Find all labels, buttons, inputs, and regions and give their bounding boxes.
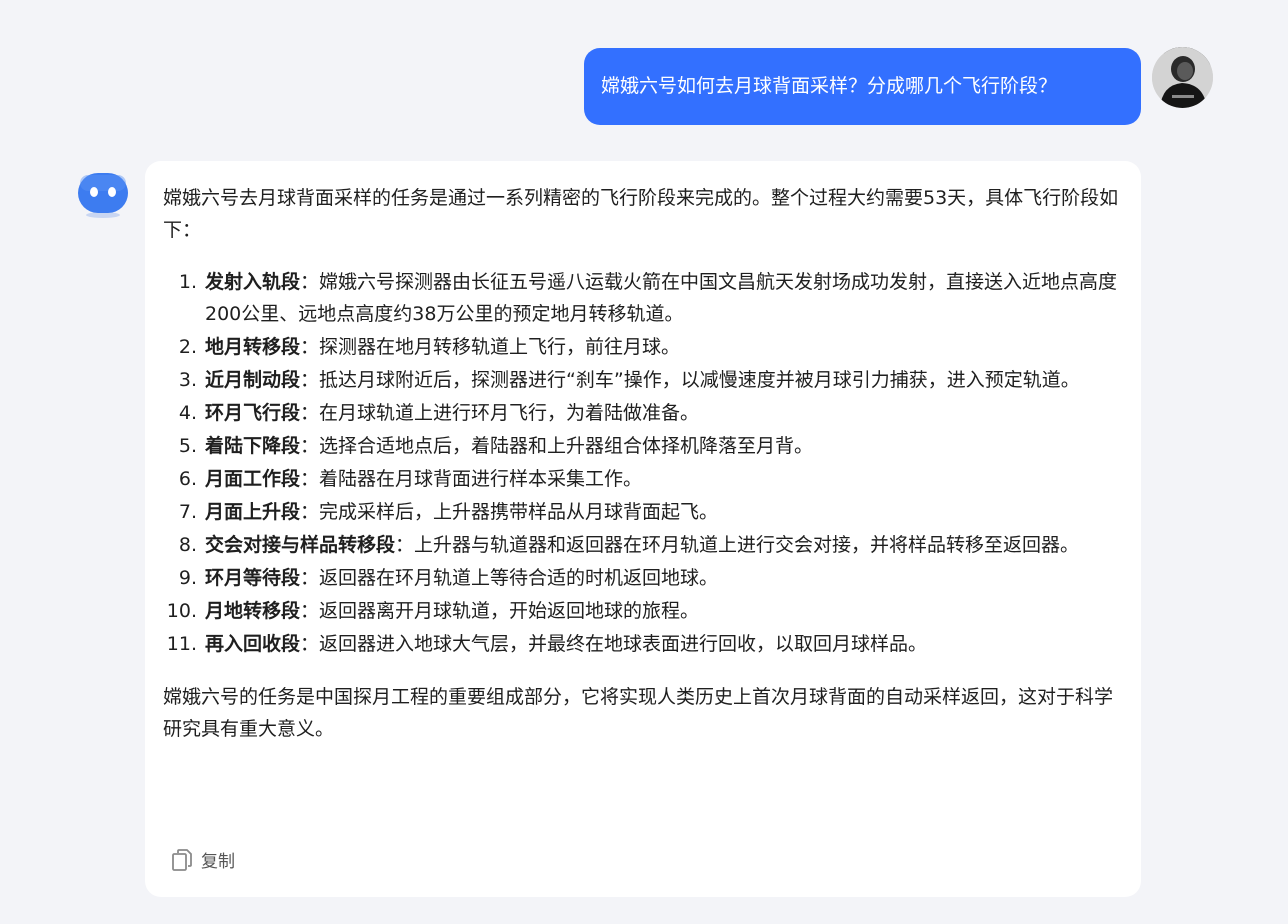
- robot-face-icon: [78, 173, 128, 218]
- list-item-title: 月面上升段: [205, 501, 301, 523]
- list-item-number: 1.: [178, 271, 197, 293]
- user-message-bubble: 嫦娥六号如何去月球背面采样？分成哪几个飞行阶段？: [584, 48, 1141, 125]
- assistant-avatar: [77, 172, 129, 220]
- list-item-title: 地月转移段: [205, 336, 301, 358]
- list-item: 5. 着陆下降段：选择合适地点后，着陆器和上升器组合体择机降落至月背。: [163, 430, 1123, 462]
- list-item-separator: ：: [300, 501, 320, 523]
- list-item: 4. 环月飞行段：在月球轨道上进行环月飞行，为着陆做准备。: [163, 397, 1123, 429]
- chat-page: 嫦娥六号如何去月球背面采样？分成哪几个飞行阶段？ 嫦娥六号去月球背面采样的任务是…: [0, 0, 1288, 924]
- list-item: 10. 月地转移段：返回器离开月球轨道，开始返回地球的旅程。: [163, 595, 1123, 627]
- list-item-text: 返回器在环月轨道上等待合适的时机返回地球。: [319, 567, 719, 589]
- list-item-separator: ：: [300, 336, 320, 358]
- list-item-number: 2.: [178, 336, 197, 358]
- list-item-number: 5.: [178, 435, 197, 457]
- list-item: 2. 地月转移段：探测器在地月转移轨道上飞行，前往月球。: [163, 331, 1123, 363]
- list-item-title: 环月飞行段: [205, 402, 301, 424]
- list-item-text: 探测器在地月转移轨道上飞行，前往月球。: [319, 336, 681, 358]
- list-item-title: 环月等待段: [205, 567, 301, 589]
- list-item-text: 完成采样后，上升器携带样品从月球背面起飞。: [319, 501, 719, 523]
- user-avatar-image: [1152, 47, 1213, 108]
- list-item-separator: ：: [300, 271, 320, 293]
- list-item-text: 返回器进入地球大气层，并最终在地球表面进行回收，以取回月球样品。: [319, 633, 928, 655]
- list-item-text: 在月球轨道上进行环月飞行，为着陆做准备。: [319, 402, 700, 424]
- list-item-separator: ：: [300, 600, 320, 622]
- assistant-conclusion-text: 嫦娥六号的任务是中国探月工程的重要组成部分，它将实现人类历史上首次月球背面的自动…: [163, 686, 1114, 740]
- list-item-title: 近月制动段: [205, 369, 301, 391]
- list-item-title: 月面工作段: [205, 468, 301, 490]
- list-item-separator: ：: [300, 369, 320, 391]
- list-item-text: 选择合适地点后，着陆器和上升器组合体择机降落至月背。: [319, 435, 814, 457]
- user-message-text: 嫦娥六号如何去月球背面采样？分成哪几个飞行阶段？: [601, 75, 1058, 97]
- list-item-text: 着陆器在月球背面进行样本采集工作。: [319, 468, 643, 490]
- list-item: 3. 近月制动段：抵达月球附近后，探测器进行“刹车”操作，以减慢速度并被月球引力捕…: [163, 364, 1123, 396]
- copy-icon: [172, 848, 192, 871]
- list-item: 1. 发射入轨段：嫦娥六号探测器由长征五号遥八运载火箭在中国文昌航天发射场成功发射…: [163, 266, 1123, 330]
- list-item-number: 3.: [178, 369, 197, 391]
- list-item: 7. 月面上升段：完成采样后，上升器携带样品从月球背面起飞。: [163, 496, 1123, 528]
- list-item-title: 发射入轨段: [205, 271, 301, 293]
- flight-phase-list: 1. 发射入轨段：嫦娥六号探测器由长征五号遥八运载火箭在中国文昌航天发射场成功发射…: [163, 266, 1123, 660]
- list-item: 8. 交会对接与样品转移段：上升器与轨道器和返回器在环月轨道上进行交会对接，并将样…: [163, 529, 1123, 561]
- list-item-separator: ：: [300, 435, 320, 457]
- list-item-number: 6.: [178, 468, 197, 490]
- list-item-text: 上升器与轨道器和返回器在环月轨道上进行交会对接，并将样品转移至返回器。: [414, 534, 1080, 556]
- list-item-title: 交会对接与样品转移段: [205, 534, 396, 556]
- list-item-title: 着陆下降段: [205, 435, 301, 457]
- list-item: 11. 再入回收段：返回器进入地球大气层，并最终在地球表面进行回收，以取回月球样品…: [163, 628, 1123, 660]
- list-item-number: 9.: [178, 567, 197, 589]
- list-item-text: 返回器离开月球轨道，开始返回地球的旅程。: [319, 600, 700, 622]
- list-item-number: 8.: [178, 534, 197, 556]
- list-item: 9. 环月等待段：返回器在环月轨道上等待合适的时机返回地球。: [163, 562, 1123, 594]
- list-item: 6. 月面工作段：着陆器在月球背面进行样本采集工作。: [163, 463, 1123, 495]
- list-item-number: 11.: [166, 633, 197, 655]
- list-item-text: 嫦娥六号探测器由长征五号遥八运载火箭在中国文昌航天发射场成功发射，直接送入近地点…: [205, 271, 1118, 325]
- assistant-message-card: 嫦娥六号去月球背面采样的任务是通过一系列精密的飞行阶段来完成的。整个过程大约需要…: [145, 161, 1141, 897]
- list-item-number: 4.: [178, 402, 197, 424]
- copy-button-label: 复制: [201, 852, 235, 872]
- user-avatar[interactable]: [1152, 47, 1213, 108]
- list-item-separator: ：: [300, 402, 320, 424]
- list-item-number: 7.: [178, 501, 197, 523]
- copy-button[interactable]: 复制: [171, 847, 235, 872]
- list-item-title: 再入回收段: [205, 633, 301, 655]
- list-item-separator: ：: [300, 633, 320, 655]
- list-item-separator: ：: [395, 534, 415, 556]
- list-item-separator: ：: [300, 567, 320, 589]
- list-item-title: 月地转移段: [205, 600, 301, 622]
- assistant-intro-text: 嫦娥六号去月球背面采样的任务是通过一系列精密的飞行阶段来完成的。整个过程大约需要…: [163, 187, 1119, 241]
- list-item-text: 抵达月球附近后，探测器进行“刹车”操作，以减慢速度并被月球引力捕获，进入预定轨道…: [319, 369, 1080, 391]
- list-item-number: 10.: [166, 600, 197, 622]
- list-item-separator: ：: [300, 468, 320, 490]
